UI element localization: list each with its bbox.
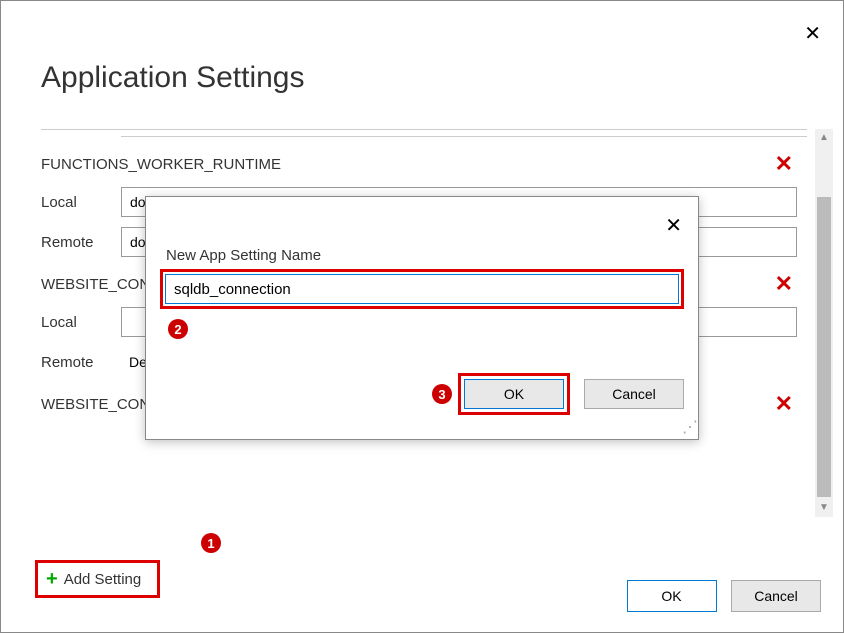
dialog-ok-highlight: OK xyxy=(458,373,570,415)
callout-badge-1: 1 xyxy=(201,533,221,553)
local-label: Local xyxy=(41,194,121,211)
setting-name: WEBSITE_CON xyxy=(41,276,150,293)
add-setting-button[interactable]: + Add Setting xyxy=(35,560,160,598)
add-setting-label: Add Setting xyxy=(64,571,142,588)
page-title: Application Settings xyxy=(1,1,843,107)
close-icon[interactable]: ✕ xyxy=(804,21,821,46)
scroll-up-icon[interactable]: ▲ xyxy=(815,129,833,147)
dialog-close-icon[interactable]: ✕ xyxy=(665,213,682,238)
remote-label: Remote xyxy=(41,234,121,251)
scroll-thumb[interactable] xyxy=(817,197,831,497)
dialog-cancel-button[interactable]: Cancel xyxy=(584,379,684,409)
callout-badge-3: 3 xyxy=(432,384,452,404)
dialog-input-highlight xyxy=(160,269,684,309)
scrollbar[interactable]: ▲ ▼ xyxy=(815,129,833,517)
dialog-ok-button[interactable]: OK xyxy=(464,379,564,409)
footer: + Add Setting OK Cancel xyxy=(31,560,821,612)
callout-badge-2: 2 xyxy=(168,319,188,339)
new-setting-dialog: ✕ New App Setting Name 2 3 OK Cancel ⋰ xyxy=(145,196,699,440)
plus-icon: + xyxy=(46,569,58,589)
dialog-label: New App Setting Name xyxy=(166,247,321,264)
delete-setting-icon[interactable]: ✕ xyxy=(775,151,797,177)
setting-name: FUNCTIONS_WORKER_RUNTIME xyxy=(41,156,281,173)
local-label: Local xyxy=(41,314,121,331)
remote-label: Remote xyxy=(41,354,121,371)
delete-setting-icon[interactable]: ✕ xyxy=(775,391,797,417)
delete-setting-icon[interactable]: ✕ xyxy=(775,271,797,297)
ok-button[interactable]: OK xyxy=(627,580,717,612)
resize-grip-icon[interactable]: ⋰ xyxy=(682,423,696,437)
scroll-down-icon[interactable]: ▼ xyxy=(815,499,833,517)
cancel-button[interactable]: Cancel xyxy=(731,580,821,612)
setting-name-input[interactable] xyxy=(165,274,679,304)
